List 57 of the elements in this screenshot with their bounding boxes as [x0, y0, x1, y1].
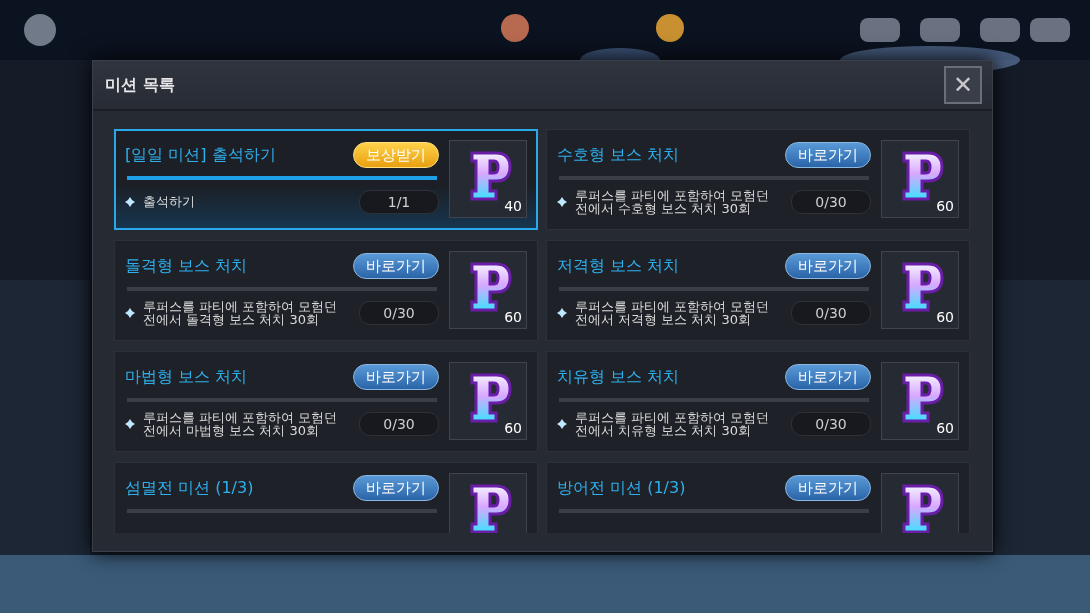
diamond-icon: [557, 418, 567, 429]
go-button[interactable]: 바로가기: [353, 253, 439, 279]
letter-p-icon: [900, 482, 944, 533]
diamond-icon: [557, 196, 567, 207]
mission-title: 수호형 보스 처치: [557, 144, 680, 166]
progress-count: 0/30: [791, 189, 871, 214]
reward-count: 40: [504, 198, 522, 214]
mission-title: 방어전 미션 (1/3): [557, 477, 686, 499]
mission-card[interactable]: 저격형 보스 처치 바로가기 루퍼스를 파티에 포함하여 모험던전에서 저격형 보스 처치 30회 0/30 60: [546, 240, 970, 341]
mission-card[interactable]: 마법형 보스 처치 바로가기 루퍼스를 파티에 포함하여 모험던전에서 마법형 보스 처치 30회 0/30 60: [114, 351, 538, 452]
mission-card[interactable]: [일일 미션] 출석하기 보상받기 출석하기 1/1 40: [114, 129, 538, 230]
mission-title: [일일 미션] 출석하기: [125, 144, 276, 166]
reward-count: 60: [504, 420, 522, 436]
letter-p-icon: [900, 371, 944, 425]
dialog-title: 미션 목록: [105, 74, 175, 96]
letter-p-icon: [900, 260, 944, 314]
reward-count: 60: [936, 198, 954, 214]
reward-count: 60: [936, 309, 954, 325]
mission-title: 돌격형 보스 처치: [125, 255, 248, 277]
mission-title: 저격형 보스 처치: [557, 255, 680, 277]
go-button[interactable]: 바로가기: [353, 364, 439, 390]
reward-count: 60: [936, 420, 954, 436]
diamond-icon: [125, 196, 135, 207]
mission-title: 치유형 보스 처치: [557, 366, 680, 388]
letter-p-icon: [468, 149, 512, 203]
progress-count: 0/30: [359, 411, 439, 436]
mission-title: 섬멸전 미션 (1/3): [125, 477, 254, 499]
close-button[interactable]: ✕: [944, 66, 982, 104]
progress-count: 0/30: [359, 300, 439, 325]
go-button[interactable]: 바로가기: [785, 364, 871, 390]
letter-p-icon: [468, 260, 512, 314]
mission-card[interactable]: 돌격형 보스 처치 바로가기 루퍼스를 파티에 포함하여 모험던전에서 돌격형 보스 처치 30회 0/30 60: [114, 240, 538, 341]
go-button[interactable]: 바로가기: [785, 253, 871, 279]
mission-description: 루퍼스를 파티에 포함하여 모험던전에서 치유형 보스 처치 30회: [575, 410, 771, 437]
letter-p-icon: [468, 371, 512, 425]
mission-card[interactable]: 치유형 보스 처치 바로가기 루퍼스를 파티에 포함하여 모험던전에서 치유형 보스 처치 30회 0/30 60: [546, 351, 970, 452]
go-button[interactable]: 바로가기: [785, 475, 871, 501]
mission-card[interactable]: 섬멸전 미션 (1/3) 바로가기: [114, 462, 538, 533]
reward-count: 60: [504, 309, 522, 325]
letter-p-icon: [468, 482, 512, 533]
go-button[interactable]: 바로가기: [785, 142, 871, 168]
mission-card[interactable]: 수호형 보스 처치 바로가기 루퍼스를 파티에 포함하여 모험던전에서 수호형 보스 처치 30회 0/30 60: [546, 129, 970, 230]
mission-description: 루퍼스를 파티에 포함하여 모험던전에서 저격형 보스 처치 30회: [575, 299, 771, 326]
diamond-icon: [125, 418, 135, 429]
mission-description: 출석하기: [143, 195, 196, 208]
go-button[interactable]: 바로가기: [353, 475, 439, 501]
progress-count: 1/1: [359, 189, 439, 214]
mission-title: 마법형 보스 처치: [125, 366, 248, 388]
mission-description: 루퍼스를 파티에 포함하여 모험던전에서 마법형 보스 처치 30회: [143, 410, 339, 437]
diamond-icon: [125, 307, 135, 318]
letter-p-icon: [900, 149, 944, 203]
mission-description: 루퍼스를 파티에 포함하여 모험던전에서 수호형 보스 처치 30회: [575, 188, 771, 215]
progress-count: 0/30: [791, 411, 871, 436]
mission-description: 루퍼스를 파티에 포함하여 모험던전에서 돌격형 보스 처치 30회: [143, 299, 339, 326]
diamond-icon: [557, 307, 567, 318]
progress-count: 0/30: [791, 300, 871, 325]
mission-card[interactable]: 방어전 미션 (1/3) 바로가기: [546, 462, 970, 533]
